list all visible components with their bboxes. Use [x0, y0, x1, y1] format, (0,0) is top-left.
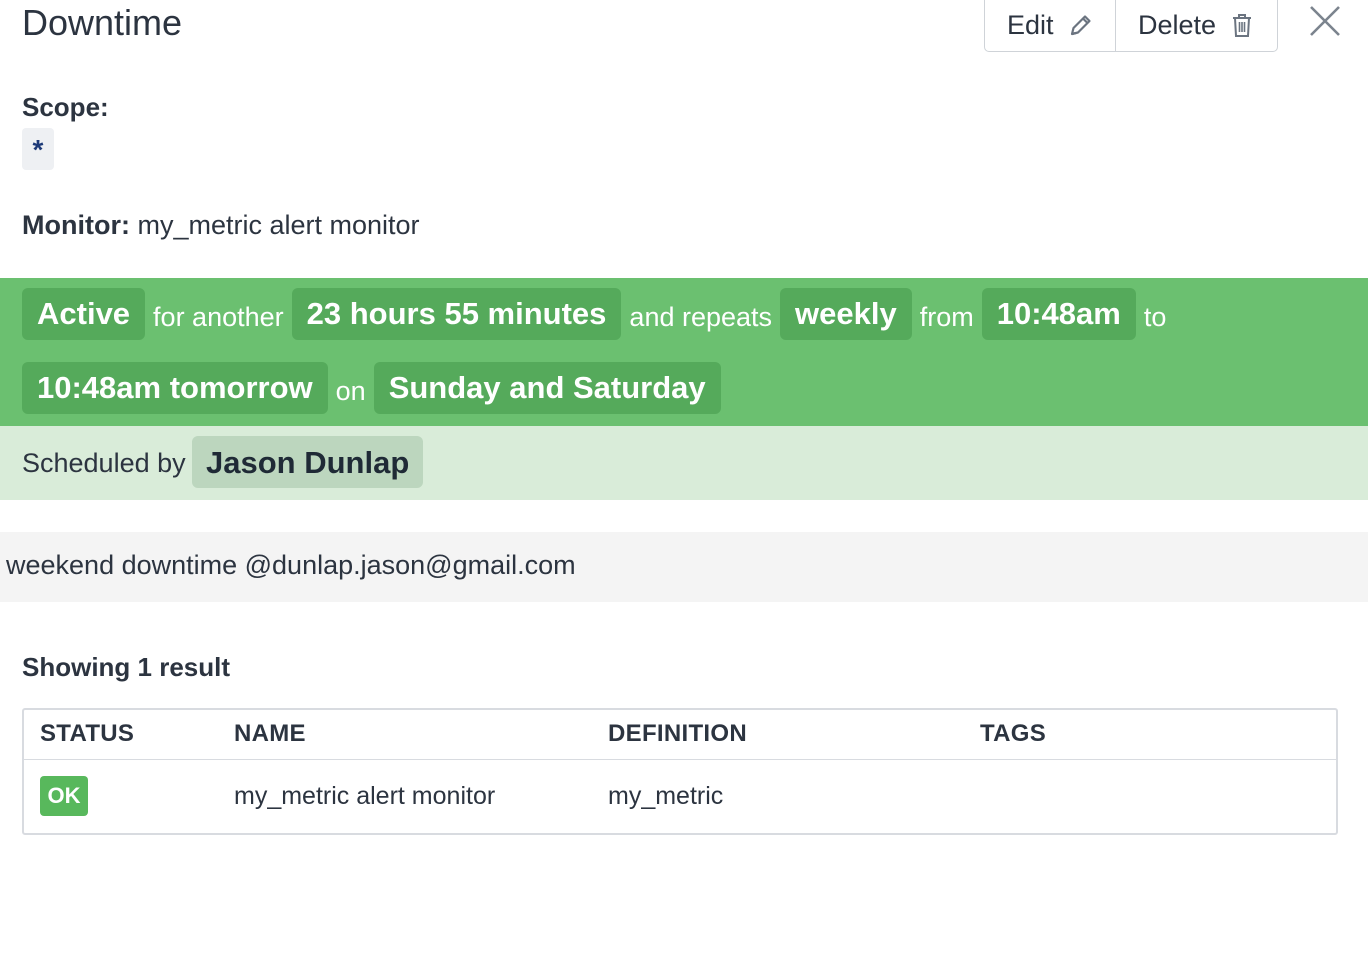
schedule-text: for another [153, 301, 284, 332]
scope-value: * [22, 128, 54, 170]
monitor-label: Monitor: [22, 210, 130, 240]
start-time-pill: 10:48am [981, 288, 1136, 340]
action-buttons: Edit Delete [984, 0, 1278, 52]
column-header-name[interactable]: NAME [234, 720, 306, 748]
results-summary: Showing 1 result [22, 652, 231, 682]
duration-pill: 23 hours 55 minutes [291, 288, 622, 340]
column-header-status[interactable]: STATUS [40, 720, 134, 748]
schedule-text: on [335, 375, 366, 406]
status-badge: OK [40, 776, 88, 816]
schedule-text: and repeats [629, 301, 773, 332]
scope-label: Scope: [22, 92, 109, 122]
table-header: STATUS NAME DEFINITION TAGS [24, 710, 1336, 760]
monitor-name: my_metric alert monitor [137, 210, 420, 240]
monitor-name-cell[interactable]: my_metric alert monitor [234, 782, 495, 811]
end-time-pill: 10:48am tomorrow [22, 362, 328, 414]
schedule-text: from [919, 301, 974, 332]
trash-icon [1230, 12, 1254, 38]
pencil-icon [1068, 12, 1094, 38]
recurrence-pill: weekly [780, 288, 912, 340]
monitor-line: Monitor: my_metric alert monitor [22, 210, 420, 241]
scheduled-by-user: Jason Dunlap [192, 436, 424, 488]
monitors-table: STATUS NAME DEFINITION TAGS OK my_metric… [22, 708, 1338, 835]
downtime-message: weekend downtime @dunlap.jason@gmail.com [6, 550, 576, 580]
schedule-row-1: Active for another 23 hours 55 minutes a… [22, 288, 1174, 340]
edit-button[interactable]: Edit [985, 0, 1115, 51]
scheduled-by-label: Scheduled by [22, 448, 186, 478]
column-header-definition[interactable]: DEFINITION [608, 720, 747, 748]
definition-cell: my_metric [608, 782, 724, 810]
delete-button-label: Delete [1138, 9, 1217, 40]
days-pill: Sunday and Saturday [373, 362, 721, 414]
edit-button-label: Edit [1007, 9, 1054, 40]
delete-button[interactable]: Delete [1115, 0, 1277, 51]
column-header-tags[interactable]: TAGS [980, 720, 1046, 748]
close-icon[interactable] [1308, 4, 1342, 38]
schedule-text: to [1143, 301, 1167, 332]
status-badge: Active [22, 288, 146, 340]
schedule-row-2: 10:48am tomorrow on Sunday and Saturday [22, 362, 721, 414]
page-title: Downtime [22, 2, 183, 43]
